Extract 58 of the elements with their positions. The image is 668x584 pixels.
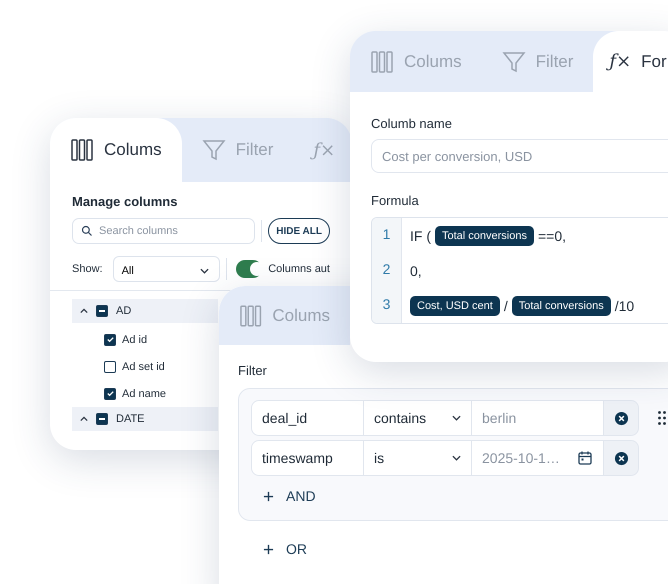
field-chip[interactable]: Cost, USD cent <box>410 296 500 316</box>
search-icon <box>81 225 93 237</box>
columns-icon <box>239 304 262 328</box>
line-number: 3 <box>372 288 402 323</box>
panel-tab[interactable]: ƒ× For <box>593 31 668 92</box>
code-text: 0, <box>410 262 422 278</box>
checkbox[interactable] <box>96 413 108 425</box>
checkbox[interactable] <box>104 388 116 400</box>
field-select[interactable]: deal_id <box>251 400 364 436</box>
checkbox[interactable] <box>104 334 116 346</box>
code-text: IF ( <box>410 228 431 244</box>
field-chip[interactable]: Total conversions <box>435 226 534 246</box>
add-and-button[interactable]: AND <box>251 480 316 512</box>
check-icon <box>106 389 114 398</box>
section-title: Manage columns <box>72 194 178 209</box>
field-select[interactable]: timeswamp <box>251 440 364 476</box>
field-chip[interactable]: Total conversions <box>512 296 611 316</box>
formula-editor[interactable]: 1 IF ( Total conversions ==0, 2 0, 3 Cost, USD cent / Total conversions /10 <box>371 217 668 324</box>
group-row[interactable]: DATE <box>72 407 218 431</box>
section-title: Filter <box>238 363 268 378</box>
code-text: /10 <box>614 298 634 314</box>
hide-all-button[interactable]: HIDE ALL <box>268 218 330 244</box>
chevron-icon <box>452 415 461 421</box>
toggle-label: Columns aut <box>268 263 330 275</box>
line-number: 1 <box>372 218 402 253</box>
remove-button[interactable] <box>604 440 639 476</box>
filter-icon <box>502 50 526 74</box>
show-label: Show: <box>72 263 103 275</box>
column-item[interactable]: Ad id <box>72 326 218 353</box>
checkbox[interactable] <box>96 305 108 317</box>
panel-tab[interactable]: Colums <box>50 118 182 182</box>
operator-select[interactable]: is <box>364 440 472 476</box>
filter-icon <box>202 138 226 162</box>
checkbox[interactable] <box>104 360 116 372</box>
add-or-button[interactable]: OR <box>238 533 307 565</box>
group-row[interactable]: AD <box>72 299 218 323</box>
chevron-icon <box>200 268 209 274</box>
close-icon <box>614 410 628 426</box>
columns-icon <box>70 138 94 162</box>
code-text: ==0, <box>538 228 566 244</box>
columns-icon <box>370 50 394 74</box>
column-item[interactable]: Ad set id <box>72 353 218 380</box>
show-select[interactable]: All <box>112 256 220 282</box>
operator-select[interactable]: contains <box>364 400 472 436</box>
remove-button[interactable] <box>604 400 639 436</box>
toggle-switch[interactable] <box>236 260 262 278</box>
plus-icon <box>263 544 274 554</box>
column-item[interactable]: Ad name <box>72 380 218 407</box>
code-text: / <box>504 298 508 314</box>
chevron-icon <box>452 455 461 461</box>
drag-handle-icon[interactable] <box>658 411 666 425</box>
close-icon <box>614 450 628 466</box>
check-icon <box>106 335 114 344</box>
plus-icon <box>263 490 274 502</box>
calendar-icon <box>577 450 593 466</box>
field-label: Formula <box>371 193 420 208</box>
field-label: Columb name <box>371 116 453 131</box>
line-number: 2 <box>372 253 402 288</box>
